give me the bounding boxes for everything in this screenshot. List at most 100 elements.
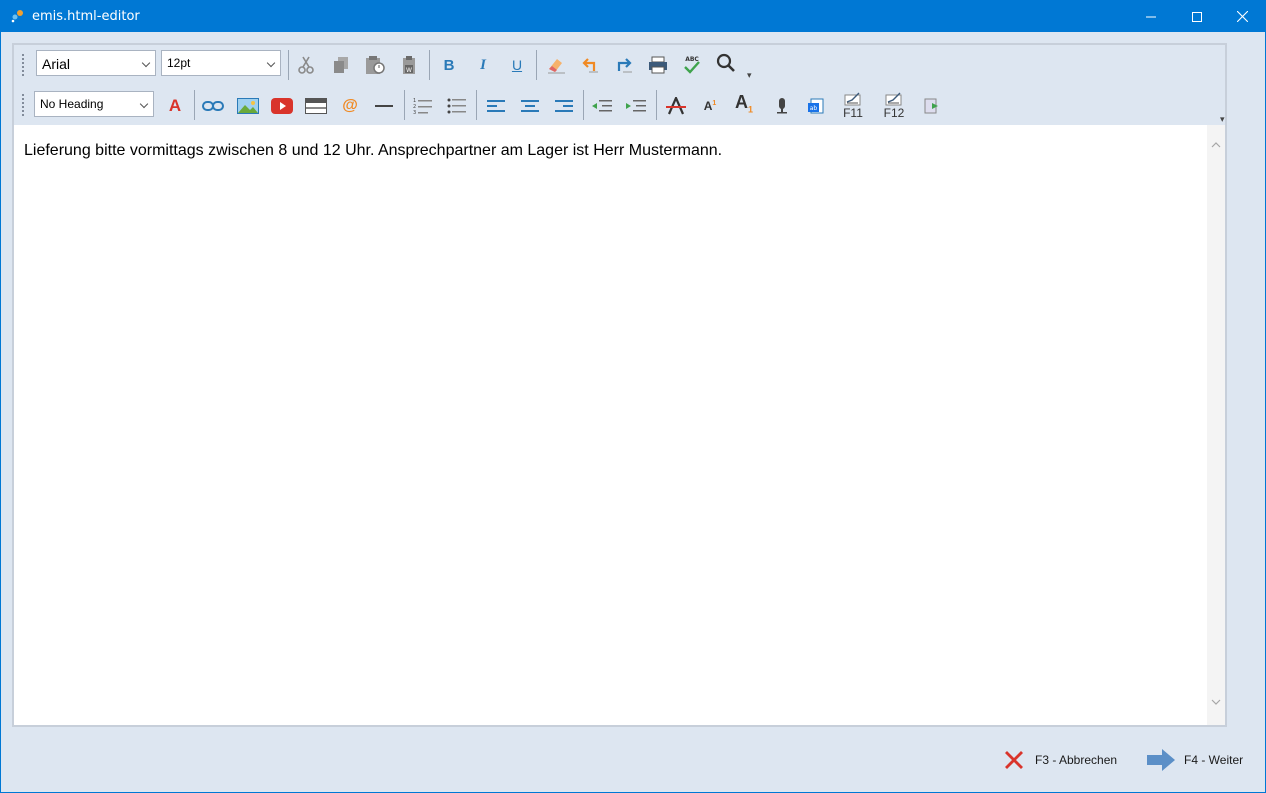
paste-button[interactable]: [362, 52, 388, 78]
insert-image-button[interactable]: [235, 93, 261, 119]
font-color-icon: A: [168, 96, 182, 115]
strikethrough-icon: [666, 97, 686, 115]
scroll-up-icon[interactable]: [1211, 141, 1221, 148]
toolbar-separator: [536, 50, 537, 80]
next-button[interactable]: F4 - Weiter: [1146, 743, 1243, 777]
f11-button[interactable]: F11: [839, 88, 867, 124]
chevron-down-icon: [139, 99, 149, 109]
close-button[interactable]: [1219, 1, 1265, 32]
chevron-down-icon: [266, 58, 276, 68]
align-right-icon: [555, 100, 573, 112]
align-left-button[interactable]: [483, 93, 509, 119]
f12-button[interactable]: F12: [880, 88, 908, 124]
toolbar-separator: [194, 90, 195, 120]
undo-button[interactable]: [577, 52, 603, 78]
subscript-button[interactable]: A1: [731, 90, 757, 116]
minimize-icon: [1146, 16, 1156, 17]
minimize-button[interactable]: [1128, 1, 1174, 32]
clear-format-button[interactable]: [543, 52, 569, 78]
cancel-label: F3 - Abbrechen: [1035, 753, 1118, 767]
bullet-list-button[interactable]: [444, 93, 470, 119]
font-size-select[interactable]: 12pt: [161, 50, 281, 76]
toolbar-separator: [656, 90, 657, 120]
print-icon: [649, 56, 667, 74]
maximize-icon: [1192, 11, 1202, 22]
undo-icon: [582, 58, 598, 73]
insert-email-button[interactable]: @: [337, 93, 363, 119]
signature-icon: [885, 92, 902, 106]
document-area[interactable]: Lieferung bitte vormittags zwischen 8 un…: [14, 125, 1225, 725]
align-center-button[interactable]: [517, 93, 543, 119]
print-button[interactable]: [645, 52, 671, 78]
redo-button[interactable]: [611, 52, 637, 78]
insert-symbol-button[interactable]: [769, 93, 795, 119]
scroll-down-icon[interactable]: [1211, 699, 1221, 706]
window-title: emis.html-editor: [32, 9, 140, 24]
italic-button[interactable]: I: [470, 52, 496, 78]
toolbar-grip[interactable]: [21, 53, 25, 77]
font-family-select[interactable]: Arial: [36, 50, 156, 76]
document-text[interactable]: Lieferung bitte vormittags zwischen 8 un…: [24, 142, 722, 160]
insert-video-button[interactable]: [269, 93, 295, 119]
superscript-icon: A1: [703, 99, 717, 113]
toolbar-separator: [429, 50, 430, 80]
editor-frame: Arial 12pt W B I U ABC ▾ No Heading A @ …: [12, 43, 1227, 727]
arrow-right-icon: [1147, 749, 1175, 771]
image-icon: [237, 98, 259, 114]
toolbar-separator: [404, 90, 405, 120]
bold-button[interactable]: B: [436, 52, 462, 78]
numbered-list-button[interactable]: 1 2 3: [410, 93, 436, 119]
export-icon: [924, 98, 938, 114]
outdent-icon: [592, 100, 612, 112]
copy-button[interactable]: [328, 52, 354, 78]
cancel-x-icon: [1005, 751, 1023, 769]
subscript-icon: A1: [734, 91, 753, 115]
indent-button[interactable]: [623, 93, 649, 119]
formatting-toolbar: Arial 12pt W B I U ABC ▾: [14, 45, 1225, 85]
toolbar-overflow-icon[interactable]: ▾: [747, 70, 752, 81]
strikethrough-button[interactable]: [663, 93, 689, 119]
microphone-icon: [777, 98, 787, 114]
table-icon: [305, 98, 327, 114]
indent-icon: [626, 100, 646, 112]
align-right-button[interactable]: [551, 93, 577, 119]
insert-table-button[interactable]: [303, 93, 329, 119]
export-button[interactable]: [920, 93, 946, 119]
italic-icon: I: [480, 56, 486, 73]
chevron-down-icon: [141, 58, 151, 68]
outdent-button[interactable]: [589, 93, 615, 119]
cut-icon: [298, 56, 314, 74]
heading-select[interactable]: No Heading: [34, 91, 154, 117]
cut-button[interactable]: [293, 52, 319, 78]
font-family-value: Arial: [42, 56, 71, 72]
title-bar: emis.html-editor: [1, 1, 1265, 32]
maximize-button[interactable]: [1174, 1, 1220, 32]
insert-field-button[interactable]: ab: [803, 93, 829, 119]
bold-icon: B: [443, 56, 455, 74]
paste-icon: [366, 56, 385, 74]
cancel-button[interactable]: F3 - Abbrechen: [1001, 743, 1117, 777]
horizontal-rule-icon: [375, 105, 393, 107]
vertical-scrollbar[interactable]: [1207, 125, 1225, 725]
paste-from-word-icon: W: [403, 56, 415, 74]
app-icon: [11, 10, 23, 23]
underline-button[interactable]: U: [504, 52, 530, 78]
paste-from-word-button[interactable]: W: [396, 52, 422, 78]
svg-text:W: W: [406, 67, 412, 74]
spellcheck-icon: ABC: [684, 56, 700, 74]
svg-text:ab: ab: [810, 105, 818, 112]
document-icon: ab: [808, 98, 824, 114]
find-button[interactable]: [713, 50, 739, 76]
toolbar-overflow-icon[interactable]: ▾: [1220, 114, 1225, 125]
svg-text:3: 3: [413, 110, 416, 115]
font-color-button[interactable]: A: [162, 93, 188, 119]
next-label: F4 - Weiter: [1184, 753, 1244, 767]
superscript-button[interactable]: A1: [697, 93, 723, 119]
toolbar-grip[interactable]: [21, 93, 25, 117]
horizontal-rule-button[interactable]: [371, 93, 397, 119]
f12-label: F12: [883, 106, 905, 120]
link-icon: [202, 101, 224, 111]
spellcheck-button[interactable]: ABC: [679, 52, 705, 78]
insert-link-button[interactable]: [200, 93, 226, 119]
toolbar-separator: [583, 90, 584, 120]
